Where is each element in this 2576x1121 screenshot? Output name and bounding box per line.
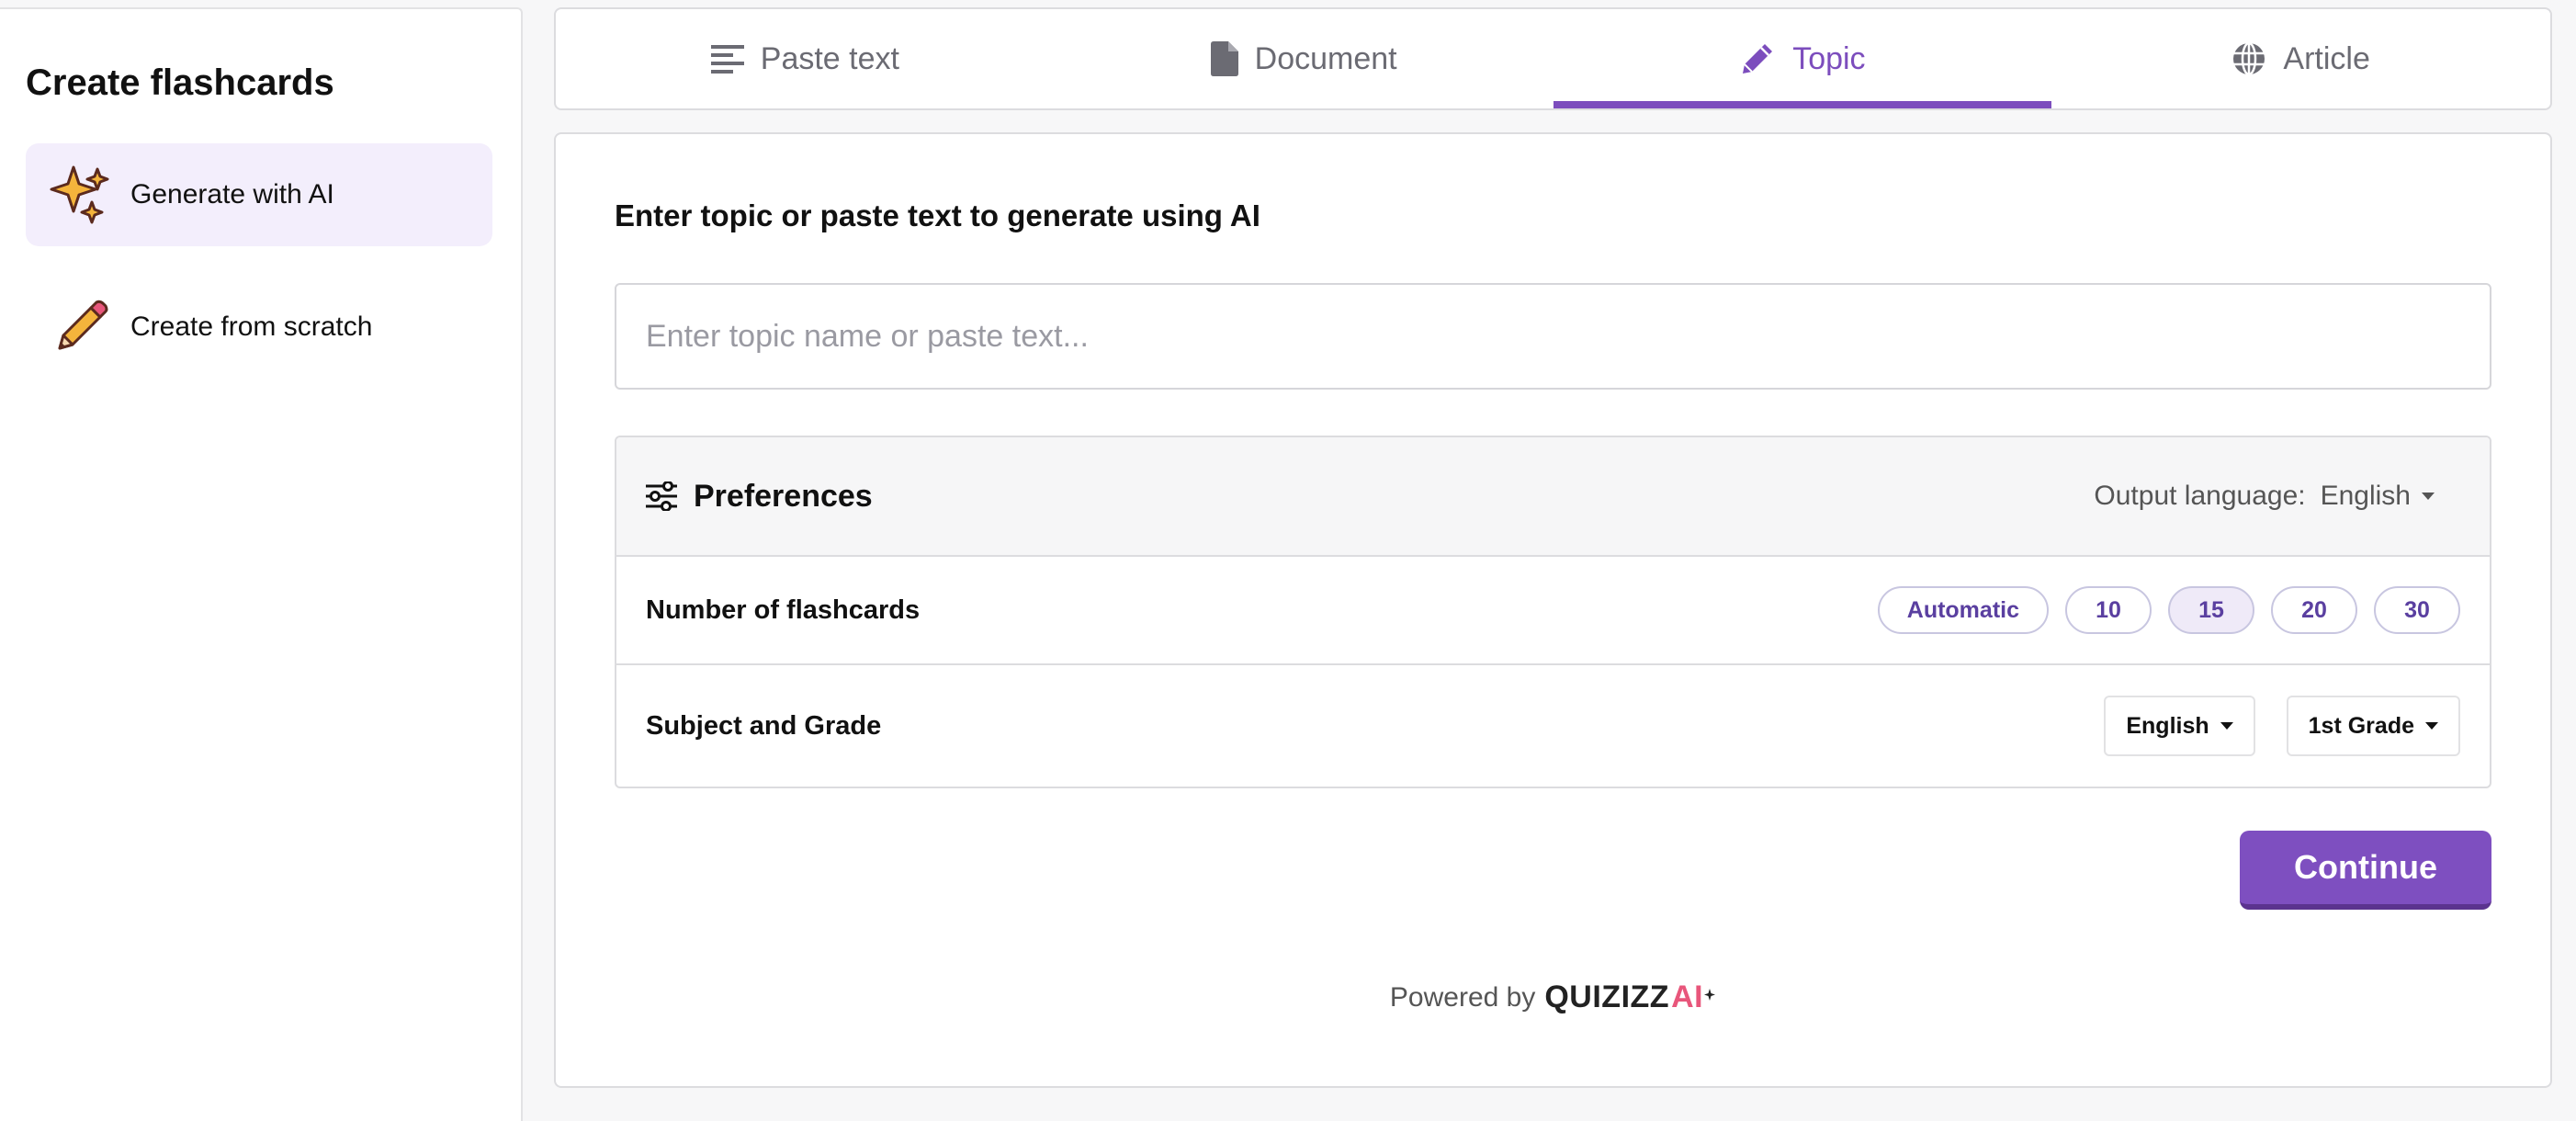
caret-down-icon [2422,493,2435,500]
text-lines-icon [710,43,744,74]
powered-by: Powered by QUIZIZZ AI [556,979,2550,1015]
output-language-label: Output language: [2094,481,2306,511]
num-flashcards-options: Automatic 10 15 20 30 [1877,586,2460,634]
topic-input[interactable] [615,283,2491,390]
caret-down-icon [2220,722,2233,730]
num-flashcards-row: Number of flashcards Automatic 10 15 20 … [616,557,2490,665]
preferences-panel: Preferences Output language: English Num… [615,436,2491,788]
option-15[interactable]: 15 [2168,586,2254,634]
continue-button[interactable]: Continue [2240,831,2491,910]
generate-card: Enter topic or paste text to generate us… [554,132,2552,1088]
option-automatic[interactable]: Automatic [1877,586,2049,634]
output-language-select[interactable]: English [2321,481,2435,512]
powered-by-label: Powered by [1389,981,1536,1013]
globe-icon [2231,41,2266,76]
prompt-heading: Enter topic or paste text to generate us… [615,198,1260,232]
preferences-title: Preferences [694,478,873,514]
subject-grade-row: Subject and Grade English 1st Grade [616,665,2490,787]
pencil-icon [1739,40,1776,77]
output-language-value: English [2320,481,2411,511]
sidebar-item-label: Create from scratch [130,311,373,342]
sidebar-item-generate-with-ai[interactable]: Generate with AI [26,143,492,246]
pencil-icon [46,292,116,362]
option-30[interactable]: 30 [2374,586,2460,634]
option-20[interactable]: 20 [2271,586,2357,634]
tab-document[interactable]: Document [1055,9,1554,108]
tab-paste-text[interactable]: Paste text [556,9,1055,108]
subject-value: English [2126,712,2209,739]
tab-label: Document [1254,40,1397,76]
sidebar-title: Create flashcards [26,62,334,103]
preferences-header: Preferences Output language: English [616,437,2490,557]
tab-label: Paste text [760,40,899,76]
output-language: Output language: English [2094,481,2460,512]
source-tabs: Paste text Document Topic Article [554,7,2552,110]
subject-select[interactable]: English [2104,696,2255,756]
sidebar-item-label: Generate with AI [130,179,334,209]
num-flashcards-label: Number of flashcards [646,594,921,625]
subject-grade-selects: English 1st Grade [2104,696,2460,756]
tab-article[interactable]: Article [2051,9,2550,108]
tab-label: Topic [1792,40,1866,76]
sparkle-icon [1704,988,1716,1001]
sidebar-item-create-from-scratch[interactable]: Create from scratch [26,276,492,379]
grade-value: 1st Grade [2308,712,2414,739]
sidebar: Create flashcards Generate with AI Creat… [0,7,523,1121]
brand-ai: AI [1671,979,1704,1014]
grade-select[interactable]: 1st Grade [2286,696,2460,756]
option-10[interactable]: 10 [2065,586,2152,634]
document-icon [1210,41,1238,76]
sliders-icon [646,481,677,511]
caret-down-icon [2425,722,2438,730]
brand-name: QUIZIZZ [1544,979,1670,1014]
tab-topic[interactable]: Topic [1553,9,2052,108]
subject-grade-label: Subject and Grade [646,710,882,741]
quizizz-ai-logo: QUIZIZZ AI [1544,979,1716,1015]
sparkles-icon [46,160,116,230]
tab-label: Article [2283,40,2370,76]
